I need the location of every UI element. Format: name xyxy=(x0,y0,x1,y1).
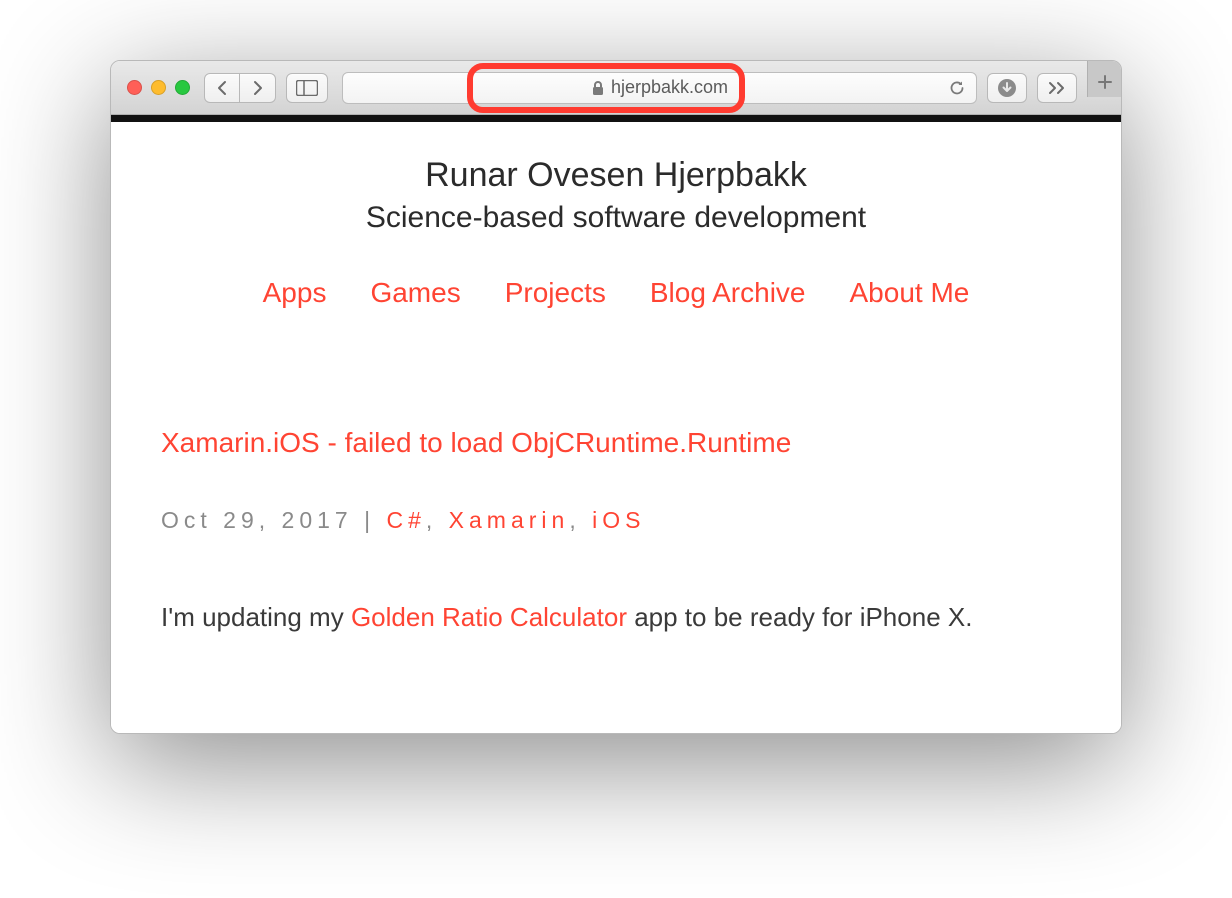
plus-icon xyxy=(1097,74,1113,90)
nav-link-apps[interactable]: Apps xyxy=(263,277,327,309)
page-content: Runar Ovesen Hjerpbakk Science-based sof… xyxy=(111,122,1121,733)
post-title-link[interactable]: Xamarin.iOS - failed to load ObjCRuntime… xyxy=(161,427,1071,459)
post-meta: Oct 29, 2017 | C#, Xamarin, iOS xyxy=(161,507,1071,534)
nav-link-projects[interactable]: Projects xyxy=(505,277,606,309)
sidebar-icon xyxy=(296,80,318,96)
nav-buttons xyxy=(204,73,276,103)
post-title-text: Xamarin.iOS - failed to load ObjCRuntime… xyxy=(161,427,791,458)
show-sidebar-button[interactable] xyxy=(286,73,328,103)
address-text: hjerpbakk.com xyxy=(611,77,728,98)
download-icon xyxy=(997,78,1017,98)
tag-link-csharp[interactable]: C# xyxy=(386,507,425,533)
body-link-golden-ratio[interactable]: Golden Ratio Calculator xyxy=(351,602,627,632)
nav-link-blog-archive[interactable]: Blog Archive xyxy=(650,277,806,309)
reload-button[interactable] xyxy=(948,79,966,97)
downloads-button[interactable] xyxy=(987,73,1027,103)
body-text-post: app to be ready for iPhone X. xyxy=(627,602,972,632)
chevron-double-right-icon xyxy=(1047,81,1067,95)
address-bar[interactable]: hjerpbakk.com xyxy=(342,72,977,104)
close-window-button[interactable] xyxy=(127,80,142,95)
browser-toolbar: hjerpbakk.com xyxy=(111,61,1121,115)
tag-link-xamarin[interactable]: Xamarin xyxy=(449,507,570,533)
window-controls xyxy=(127,80,190,95)
nav-link-games[interactable]: Games xyxy=(370,277,460,309)
refresh-icon xyxy=(948,79,966,97)
chevron-left-icon xyxy=(216,80,228,96)
tag-comma: , xyxy=(426,507,449,533)
minimize-window-button[interactable] xyxy=(151,80,166,95)
toolbar-right xyxy=(987,73,1109,103)
fullscreen-window-button[interactable] xyxy=(175,80,190,95)
site-title: Runar Ovesen Hjerpbakk xyxy=(161,156,1071,195)
body-text-pre: I'm updating my xyxy=(161,602,351,632)
browser-window: hjerpbakk.com xyxy=(110,60,1122,734)
site-subtitle: Science-based software development xyxy=(161,201,1071,235)
back-button[interactable] xyxy=(204,73,240,103)
post-date: Oct 29, 2017 xyxy=(161,507,353,533)
tag-link-ios[interactable]: iOS xyxy=(592,507,645,533)
forward-button[interactable] xyxy=(240,73,276,103)
tag-comma: , xyxy=(569,507,592,533)
show-more-toolbar-button[interactable] xyxy=(1037,73,1077,103)
page-top-strip xyxy=(111,115,1121,122)
lock-icon xyxy=(591,80,605,96)
meta-separator: | xyxy=(353,507,387,533)
new-tab-button[interactable] xyxy=(1087,61,1121,97)
post-body: I'm updating my Golden Ratio Calculator … xyxy=(161,602,1071,633)
nav-link-about-me[interactable]: About Me xyxy=(850,277,970,309)
chevron-right-icon xyxy=(252,80,264,96)
site-nav: Apps Games Projects Blog Archive About M… xyxy=(161,277,1071,309)
